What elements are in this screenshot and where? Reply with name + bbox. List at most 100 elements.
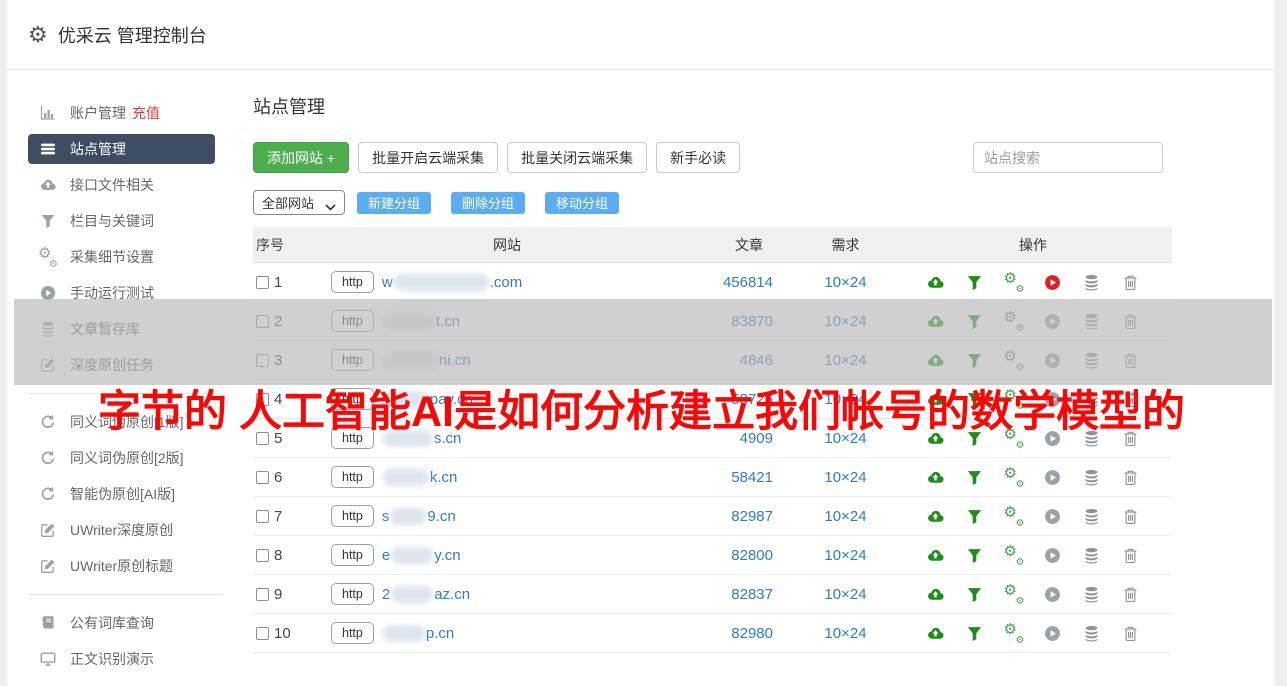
demand-link[interactable]: 10×24 [773, 586, 918, 603]
filter-icon[interactable] [965, 468, 985, 486]
http-chip[interactable]: http [331, 465, 374, 489]
play-icon[interactable] [1043, 624, 1063, 642]
trash-icon[interactable] [1121, 585, 1141, 603]
trash-icon[interactable] [1121, 507, 1141, 525]
trash-icon[interactable] [1121, 546, 1141, 564]
site-domain-link[interactable]: s 9.cn [382, 507, 456, 525]
redacted-domain [391, 546, 434, 564]
article-count-link[interactable]: 82987 [683, 508, 773, 525]
cloud-upload-icon[interactable] [926, 624, 946, 642]
play-icon[interactable] [1043, 585, 1063, 603]
demand-link[interactable]: 10×24 [773, 625, 918, 642]
database-icon[interactable] [1082, 585, 1102, 603]
play-icon[interactable] [1043, 507, 1063, 525]
demand-link[interactable]: 10×24 [773, 547, 918, 564]
article-count-link[interactable]: 82837 [683, 586, 773, 603]
trash-icon[interactable] [1121, 624, 1141, 642]
cloud-upload-icon[interactable] [926, 468, 946, 486]
batch-close-button[interactable]: 批量关闭云端采集 [507, 142, 648, 173]
site-search-input[interactable] [973, 142, 1163, 173]
sidebar-item[interactable]: 正文识别演示 [7, 641, 247, 677]
play-icon[interactable] [1043, 273, 1063, 291]
demand-link[interactable]: 10×24 [773, 508, 918, 525]
filter-icon[interactable] [965, 624, 985, 642]
database-icon[interactable] [1082, 468, 1102, 486]
row-checkbox[interactable] [256, 275, 269, 289]
sidebar-item[interactable]: ⚙ ⚙ 采集细节设置 [7, 239, 247, 275]
sidebar-item-label: 智能伪原创[AI版] [70, 486, 176, 502]
gears-icon[interactable]: ⚙⚙ [1004, 582, 1025, 607]
database-icon[interactable] [1082, 624, 1102, 642]
move-group-button[interactable]: 移动分组 [545, 191, 620, 214]
http-chip[interactable]: http [331, 543, 374, 567]
filter-icon[interactable] [965, 585, 985, 603]
gears-icon[interactable]: ⚙⚙ [1004, 621, 1025, 646]
sidebar-item[interactable]: UWriter深度原创 [7, 512, 247, 548]
cloud-upload-icon[interactable] [926, 273, 946, 291]
sidebar-item[interactable]: 站点管理 [28, 134, 215, 164]
table-row: 8 http e y.cn 82800 10×24 ⚙ ⚙ [253, 536, 1172, 575]
trash-icon[interactable] [1121, 468, 1141, 486]
table-header: 序号 网站 文章 需求 操作 [253, 227, 1172, 263]
gears-icon[interactable]: ⚙⚙ [1004, 543, 1025, 568]
site-domain-link[interactable]: k.cn [382, 468, 457, 486]
trash-icon[interactable] [1121, 273, 1141, 291]
list-icon [38, 141, 57, 158]
gears-icon[interactable]: ⚙⚙ [1004, 465, 1025, 490]
newbie-guide-button[interactable]: 新手必读 [656, 142, 741, 173]
sidebar-item[interactable]: 公有词库查询 [7, 605, 247, 641]
play-icon[interactable] [1043, 468, 1063, 486]
cloud-upload-icon[interactable] [926, 507, 946, 525]
demand-link[interactable]: 10×24 [773, 469, 918, 486]
group-filter-value: 全部网站 [262, 196, 315, 211]
http-chip[interactable]: http [331, 621, 374, 645]
article-count-link[interactable]: 58421 [683, 469, 773, 486]
add-site-button[interactable]: 添加网站 + [253, 142, 350, 173]
new-group-button[interactable]: 新建分组 [357, 191, 432, 214]
recharge-link[interactable]: 充值 [132, 103, 160, 123]
gears-icon[interactable]: ⚙⚙ [1004, 270, 1025, 295]
watermark-text: 字节的 人工智能AI是如何分析建立我们帐号的数学模型的 [98, 388, 1185, 436]
filter-icon[interactable] [965, 507, 985, 525]
sidebar-item[interactable]: 接口文件相关 [7, 167, 247, 203]
site-domain-link[interactable]: w .com [382, 273, 522, 291]
app-title: 优采云 管理控制台 [57, 25, 207, 46]
redacted-domain [382, 624, 425, 642]
sidebar-item[interactable]: UWriter原创标题 [7, 548, 247, 584]
article-count-link[interactable]: 82800 [683, 547, 773, 564]
database-icon[interactable] [1082, 273, 1102, 291]
demand-link[interactable]: 10×24 [773, 274, 918, 291]
article-count-link[interactable]: 456814 [683, 274, 773, 291]
sidebar-item[interactable]: 栏目与关键词 [7, 203, 247, 239]
filter-icon[interactable] [965, 546, 985, 564]
site-domain-link[interactable]: e y.cn [382, 546, 461, 564]
redacted-domain [390, 507, 427, 525]
row-checkbox[interactable] [256, 509, 269, 523]
database-icon[interactable] [1082, 546, 1102, 564]
bar-chart-icon [38, 105, 57, 122]
sidebar-item[interactable]: 同义词伪原创[2版] [7, 440, 247, 476]
article-count-link[interactable]: 82980 [683, 625, 773, 642]
http-chip[interactable]: http [331, 270, 374, 294]
batch-open-button[interactable]: 批量开启云端采集 [358, 142, 499, 173]
cloud-upload-icon[interactable] [926, 585, 946, 603]
http-chip[interactable]: http [331, 582, 374, 606]
row-checkbox[interactable] [256, 626, 269, 640]
group-filter-select[interactable]: 全部网站 [253, 190, 345, 215]
sidebar-item[interactable]: 智能伪原创[AI版] [7, 476, 247, 512]
delete-group-button[interactable]: 删除分组 [451, 191, 526, 214]
gears-icon[interactable]: ⚙⚙ [1004, 504, 1025, 529]
database-icon[interactable] [1082, 507, 1102, 525]
site-domain-link[interactable]: 2 az.cn [382, 585, 470, 603]
row-checkbox[interactable] [256, 548, 269, 562]
row-index: 10 [274, 624, 291, 642]
cloud-upload-icon[interactable] [926, 546, 946, 564]
filter-icon[interactable] [965, 273, 985, 291]
play-icon[interactable] [1043, 546, 1063, 564]
redacted-domain [382, 468, 429, 486]
row-checkbox[interactable] [256, 470, 269, 484]
row-checkbox[interactable] [256, 587, 269, 601]
http-chip[interactable]: http [331, 504, 374, 528]
sidebar-item[interactable]: 账户管理 充值 [7, 95, 247, 131]
site-domain-link[interactable]: p.cn [382, 624, 454, 642]
